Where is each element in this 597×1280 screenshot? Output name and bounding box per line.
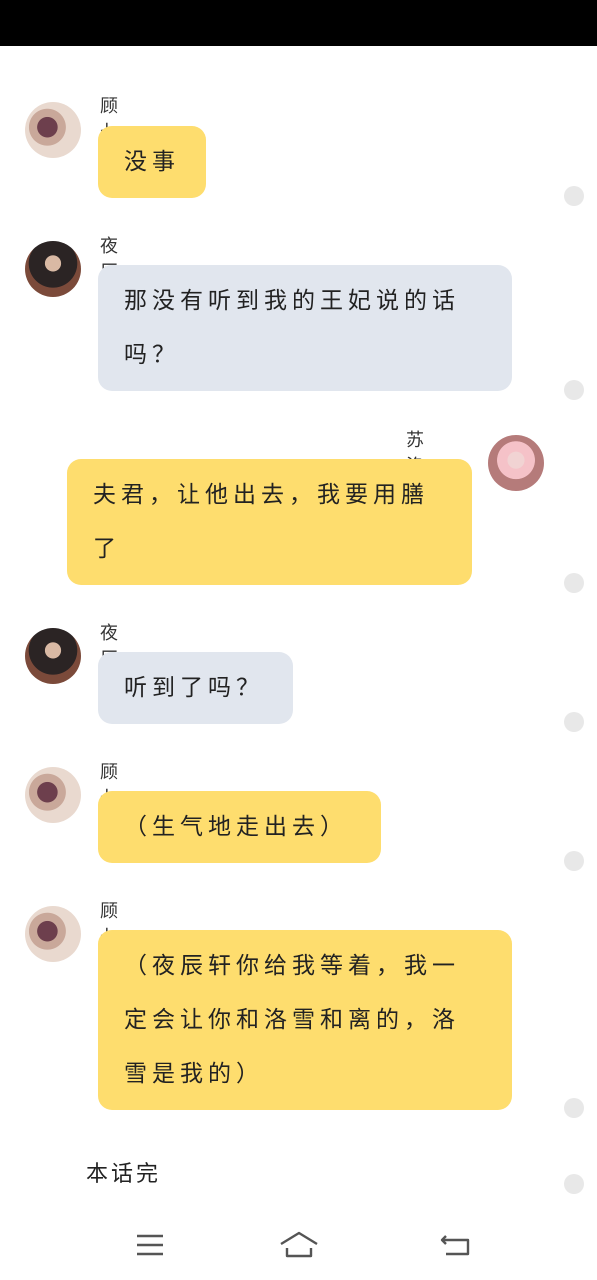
side-dot [564, 1174, 584, 1194]
message-line: 雪是我的） [124, 1061, 264, 1087]
avatar[interactable] [25, 906, 81, 962]
message-line: 没事 [124, 149, 180, 175]
menu-button[interactable] [131, 1230, 167, 1260]
avatar[interactable] [25, 241, 81, 297]
avatar[interactable] [25, 628, 81, 684]
avatar[interactable] [25, 767, 81, 823]
message-line: 了 [93, 536, 121, 562]
message-bubble[interactable]: 那没有听到我的王妃说的话 吗？ [98, 265, 512, 391]
side-dot [564, 186, 584, 206]
message-bubble[interactable]: 没事 [98, 126, 206, 198]
side-dot [564, 851, 584, 871]
avatar[interactable] [488, 435, 544, 491]
message-line: （夜辰轩你给我等着，我一 [124, 953, 460, 979]
message-bubble[interactable]: （生气地走出去） [98, 791, 381, 863]
avatar[interactable] [25, 102, 81, 158]
menu-icon [137, 1234, 163, 1256]
message-line: 那没有听到我的王妃说的话 [124, 288, 460, 314]
back-button[interactable] [438, 1230, 474, 1260]
home-icon [280, 1231, 318, 1258]
side-dot [564, 712, 584, 732]
side-dot [564, 573, 584, 593]
navigation-bar [0, 1206, 597, 1280]
end-of-chapter-label: 本话完 [86, 1162, 162, 1187]
side-dot [564, 380, 584, 400]
status-bar [0, 0, 597, 46]
message-bubble[interactable]: 听到了吗？ [98, 652, 293, 724]
message-line: 定会让你和洛雪和离的，洛 [124, 1007, 460, 1033]
message-bubble[interactable]: 夫君，让他出去，我要用膳 了 [67, 459, 472, 585]
side-dot [564, 1098, 584, 1118]
message-line: 听到了吗？ [124, 675, 264, 701]
message-bubble[interactable]: （夜辰轩你给我等着，我一 定会让你和洛雪和离的，洛 雪是我的） [98, 930, 512, 1110]
home-button[interactable] [279, 1230, 319, 1260]
message-line: 夫君，让他出去，我要用膳 [93, 482, 429, 508]
chat-list[interactable]: 顾七少 没事 夜辰轩 那没有听到我的王妃说的话 吗？ 苏洛雪 夫君，让他出去，我… [0, 46, 597, 1206]
back-icon [440, 1235, 470, 1256]
message-line: 吗？ [124, 342, 180, 368]
message-line: （生气地走出去） [124, 814, 348, 840]
